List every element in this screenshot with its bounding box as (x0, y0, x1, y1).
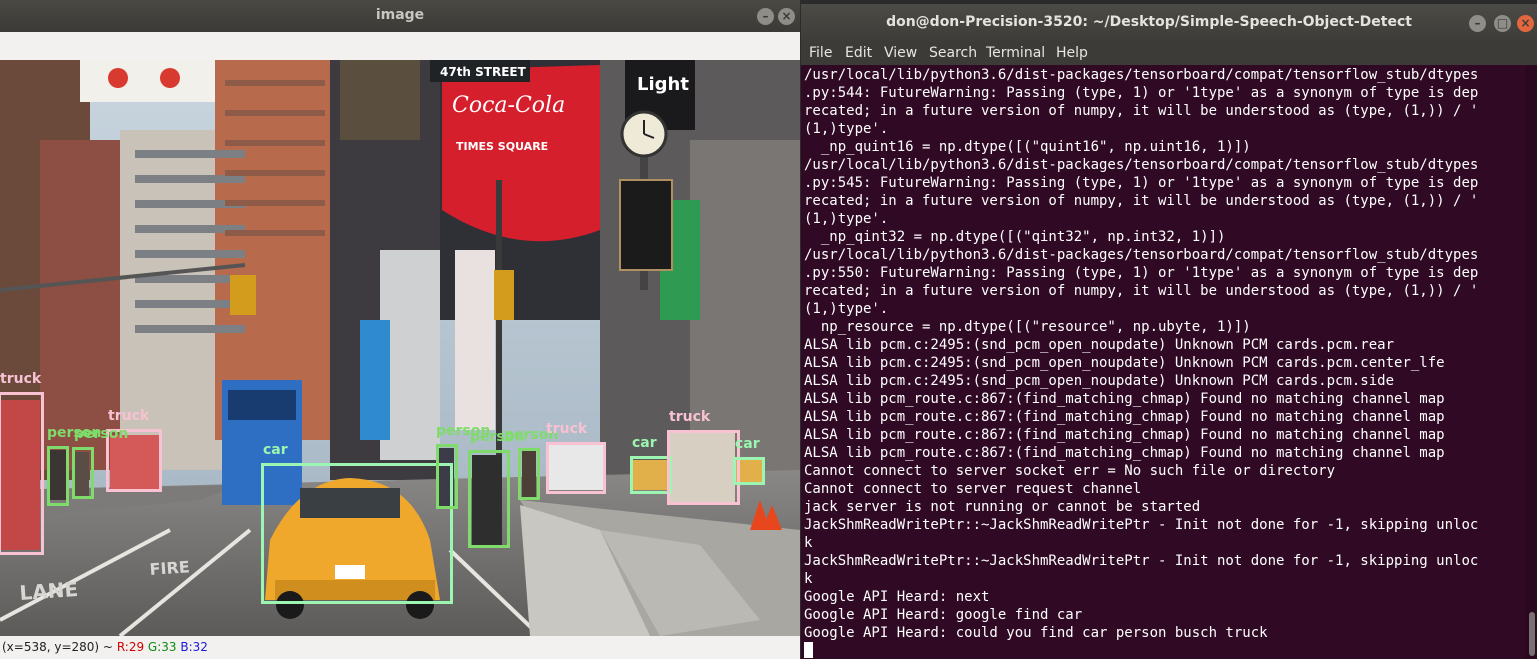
terminal-line: ALSA lib pcm.c:2495:(snd_pcm_open_noupda… (804, 355, 1445, 371)
menu-terminal[interactable]: Terminal (986, 45, 1045, 61)
detection-label: truck (546, 421, 588, 437)
detection-box (733, 457, 765, 485)
scrollbar-thumb[interactable] (1529, 612, 1535, 656)
close-icon[interactable]: × (778, 8, 795, 25)
detection-box (667, 430, 740, 505)
detection-box (261, 463, 453, 604)
detection-label: car (263, 442, 288, 458)
detection-label: person (74, 426, 129, 442)
image-window-titlebar[interactable]: image – × (0, 0, 800, 32)
terminal-line: .py:545: FutureWarning: Passing (type, 1… (804, 175, 1479, 191)
detection-box (468, 450, 510, 548)
terminal-line: ALSA lib pcm.c:2495:(snd_pcm_open_noupda… (804, 337, 1395, 353)
detection-label: truck (108, 408, 150, 424)
image-window-title: image (375, 7, 425, 23)
maximize-icon[interactable]: □ (1494, 15, 1511, 32)
terminal-line: JackShmReadWritePtr::~JackShmReadWritePt… (804, 517, 1479, 533)
terminal-title: don@don-Precision-3520: ~/Desktop/Simple… (886, 14, 1412, 30)
light-sign: Light (637, 74, 689, 95)
menu-file[interactable]: File (809, 45, 832, 61)
terminal-scrollbar[interactable] (1525, 66, 1537, 659)
lane-marking: LANE (19, 577, 79, 605)
terminal-line: np_resource = np.dtype([("resource", np.… (804, 319, 1251, 335)
terminal-line: (1,)type'. (804, 121, 889, 137)
detection-label: car (632, 435, 657, 451)
detection-label: truck (0, 371, 42, 387)
image-window-toolbar (0, 32, 800, 61)
times-square-sign: TIMES SQUARE (456, 140, 548, 153)
detection-box (630, 456, 672, 494)
detection-label: car (735, 436, 760, 452)
terminal-line: recated; in a future version of numpy, i… (804, 193, 1479, 209)
fire-marking: FIRE (149, 557, 190, 579)
terminal-line: recated; in a future version of numpy, i… (804, 283, 1479, 299)
terminal-line: (1,)type'. (804, 301, 889, 317)
terminal-line: ALSA lib pcm_route.c:867:(find_matching_… (804, 391, 1445, 407)
detection-label: truck (669, 409, 711, 425)
detection-box (72, 447, 94, 499)
terminal-line: ALSA lib pcm.c:2495:(snd_pcm_open_noupda… (804, 373, 1395, 389)
detection-box (546, 442, 606, 494)
menu-search[interactable]: Search (929, 45, 977, 61)
terminal-window: don@don-Precision-3520: ~/Desktop/Simple… (801, 4, 1537, 659)
detection-box (436, 444, 458, 509)
terminal-line: .py:544: FutureWarning: Passing (type, 1… (804, 85, 1479, 101)
terminal-line: Google API Heard: next (804, 589, 990, 605)
terminal-titlebar[interactable]: don@don-Precision-3520: ~/Desktop/Simple… (801, 4, 1537, 42)
street-sign: 47th STREET (440, 65, 527, 79)
green-value: G:33 (147, 640, 177, 654)
minimize-icon[interactable]: – (757, 8, 774, 25)
terminal-line: /usr/local/lib/python3.6/dist-packages/t… (804, 157, 1479, 173)
terminal-line: k (804, 535, 813, 551)
terminal-line: ALSA lib pcm_route.c:867:(find_matching_… (804, 409, 1445, 425)
close-icon[interactable]: × (1517, 15, 1534, 32)
detection-box (47, 446, 69, 506)
terminal-line: Cannot connect to server socket err = No… (804, 463, 1336, 479)
terminal-line: ALSA lib pcm_route.c:867:(find_matching_… (804, 427, 1445, 443)
terminal-line: k (804, 571, 813, 587)
detection-image: Coca-Cola TIMES SQUARE 47th STREET Light (0, 60, 800, 636)
terminal-line: recated; in a future version of numpy, i… (804, 103, 1479, 119)
terminal-line: JackShmReadWritePtr::~JackShmReadWritePt… (804, 553, 1479, 569)
terminal-line: Google API Heard: could you find car per… (804, 625, 1268, 641)
terminal-line: _np_quint16 = np.dtype([("quint16", np.u… (804, 139, 1251, 155)
detection-box (518, 448, 540, 500)
terminal-line: Google API Heard: google find car (804, 607, 1083, 623)
terminal-menubar: File Edit View Search Terminal Help (801, 42, 1537, 65)
terminal-line: Cannot connect to server request channel (804, 481, 1142, 497)
terminal-line: ALSA lib pcm_route.c:867:(find_matching_… (804, 445, 1445, 461)
terminal-cursor (804, 642, 813, 658)
terminal-output[interactable]: /usr/local/lib/python3.6/dist-packages/t… (804, 66, 1526, 659)
terminal-line: jack server is not running or cannot be … (804, 499, 1201, 515)
blue-value: B:32 (180, 640, 208, 654)
cursor-coords: (x=538, y=280) ~ (2, 640, 113, 654)
coca-cola-sign: Coca-Cola (452, 93, 565, 118)
terminal-line: /usr/local/lib/python3.6/dist-packages/t… (804, 247, 1479, 263)
terminal-line: _np_qint32 = np.dtype([("qint32", np.int… (804, 229, 1226, 245)
detection-box (0, 392, 44, 555)
terminal-line: /usr/local/lib/python3.6/dist-packages/t… (804, 67, 1479, 83)
terminal-prompt-line[interactable] (804, 642, 1526, 659)
minimize-icon[interactable]: – (1469, 15, 1486, 32)
pixel-status-bar: (x=538, y=280) ~ R:29 G:33 B:32 (0, 636, 800, 659)
terminal-line: .py:550: FutureWarning: Passing (type, 1… (804, 265, 1479, 281)
menu-help[interactable]: Help (1056, 45, 1088, 61)
red-value: R:29 (116, 640, 145, 654)
image-window: image – × Coca-Cola TIMES SQUARE 47th ST… (0, 0, 800, 659)
menu-edit[interactable]: Edit (845, 45, 872, 61)
terminal-line: (1,)type'. (804, 211, 889, 227)
menu-view[interactable]: View (884, 45, 917, 61)
